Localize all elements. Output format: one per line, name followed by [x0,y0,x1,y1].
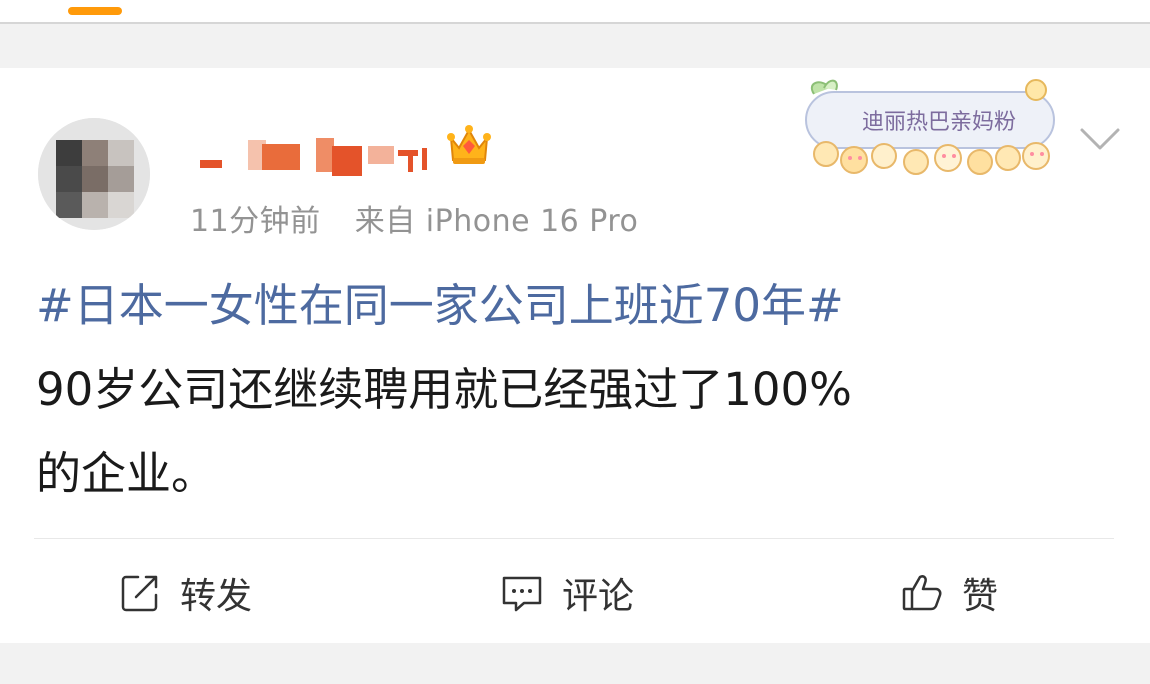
post-source[interactable]: 来自 iPhone 16 Pro [355,196,639,240]
fan-badge-label: 迪丽热巴亲妈粉 [861,110,1016,135]
post-card[interactable]: 11分钟前 来自 iPhone 16 Pro 迪丽热巴亲妈粉 #日本一女性在同一… [0,68,1150,643]
top-tab-bar [0,0,1150,24]
action-bar: 转发 评论 赞 [0,563,1150,623]
topic-link[interactable]: #日本一女性在同一家公司上班近70年# [36,264,1116,348]
comment-icon [500,571,544,615]
active-tab-indicator [68,7,122,15]
like-label: 赞 [962,576,999,617]
crown-icon [445,124,493,168]
post-time: 11分钟前 [190,204,321,239]
post-meta: 11分钟前 来自 iPhone 16 Pro [190,196,638,239]
avatar[interactable] [38,118,150,230]
repost-icon [118,571,162,615]
like-icon [900,571,944,615]
post-text-line: 的企业。 [36,447,217,500]
username-redacted[interactable] [196,138,456,178]
repost-label: 转发 [180,576,253,617]
comment-label: 评论 [562,576,635,617]
divider [34,538,1114,539]
comment-button[interactable]: 评论 [500,563,634,623]
post-content: #日本一女性在同一家公司上班近70年# 90岁公司还继续聘用就已经强过了100%… [36,264,1116,516]
chevron-down-icon[interactable] [1078,124,1122,154]
post-text-line: 90岁公司还继续聘用就已经强过了100% [36,363,852,416]
repost-button[interactable]: 转发 [118,563,252,623]
like-button[interactable]: 赞 [900,563,998,623]
